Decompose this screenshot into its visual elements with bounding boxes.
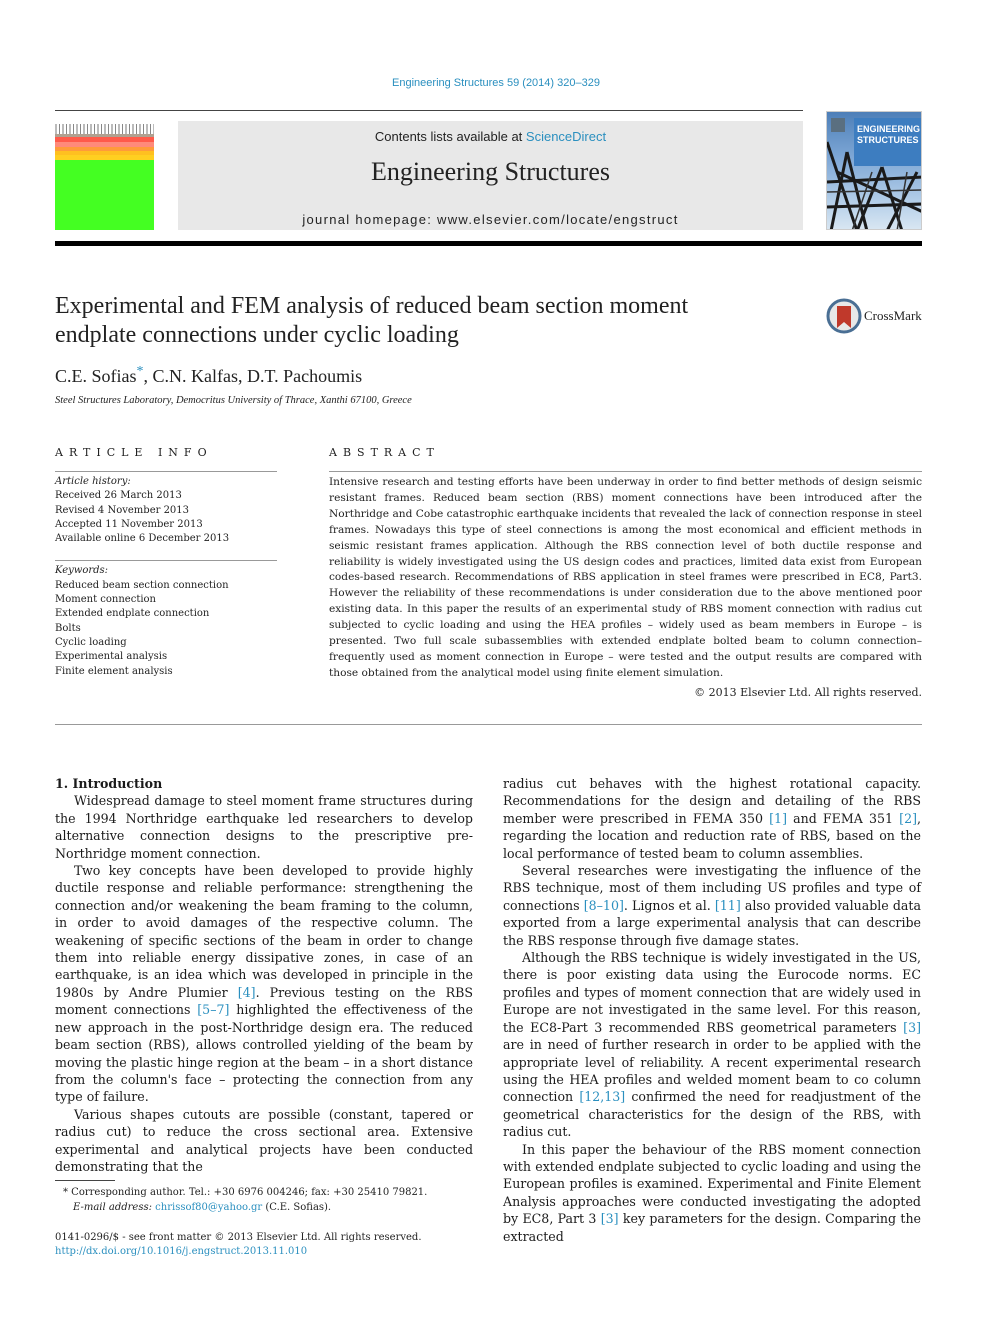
- history-item: Available online 6 December 2013: [55, 533, 230, 545]
- email-link[interactable]: chrissof80@yahoo.gr: [155, 1202, 262, 1213]
- author-name: C.E. Sofias: [55, 366, 137, 386]
- author-names-rest: , C.N. Kalfas, D.T. Pachoumis: [143, 366, 363, 386]
- crossmark-label: CrossMark: [864, 308, 922, 323]
- citation-link[interactable]: [1]: [769, 811, 787, 826]
- keywords: Keywords: Reduced beam section connectio…: [55, 564, 277, 678]
- article-info: ARTICLE INFO Article history: Received 2…: [55, 446, 277, 679]
- history-item: Received 26 March 2013: [55, 490, 182, 502]
- abstract: ABSTRACT Intensive research and testing …: [329, 446, 922, 701]
- paragraph: Two key concepts have been developed to …: [55, 863, 474, 1105]
- keyword-item: Cyclic loading: [55, 636, 127, 648]
- abstract-copyright: © 2013 Elsevier Ltd. All rights reserved…: [694, 685, 922, 699]
- contents-prefix: Contents lists available at: [374, 129, 526, 144]
- paragraph: radius cut behaves with the highest rota…: [503, 776, 922, 861]
- article-title: Experimental and FEM analysis of reduced…: [55, 293, 689, 348]
- journal-reference[interactable]: Engineering Structures 59 (2014) 320–329: [0, 77, 992, 89]
- keyword-item: Moment connection: [55, 594, 156, 606]
- history-label: Article history:: [55, 476, 131, 487]
- header-rule: [55, 110, 803, 111]
- section-heading-introduction: 1. Introduction: [55, 776, 163, 791]
- keyword-item: Bolts: [55, 622, 81, 634]
- citation-link[interactable]: [11]: [715, 898, 741, 913]
- citation-link[interactable]: [12,13]: [579, 1089, 625, 1104]
- article-info-rule: [55, 471, 277, 472]
- body-column-left: 1. Introduction Widespread damage to ste…: [55, 775, 473, 1175]
- abstract-heading: ABSTRACT: [329, 446, 440, 459]
- paragraph: In this paper the behaviour of the RBS m…: [503, 1141, 922, 1244]
- masthead-thick-rule: [55, 241, 922, 246]
- history-item: Revised 4 November 2013: [55, 504, 190, 516]
- doi-link[interactable]: http://dx.doi.org/10.1016/j.engstruct.20…: [55, 1245, 495, 1259]
- journal-title: Engineering Structures: [371, 157, 610, 186]
- citation-link[interactable]: [5–7]: [197, 1002, 229, 1017]
- article-info-heading: ARTICLE INFO: [55, 446, 213, 459]
- abstract-text: Intensive research and testing efforts h…: [329, 476, 922, 679]
- citation-link[interactable]: [4]: [238, 985, 256, 1000]
- crossmark-button[interactable]: CrossMark: [826, 298, 926, 334]
- article-history: Article history: Received 26 March 2013 …: [55, 475, 277, 546]
- journal-cover-image: ENGINEERING STRUCTURES: [826, 111, 922, 230]
- cover-title: ENGINEERING STRUCTURES: [857, 124, 921, 145]
- elsevier-tree-icon: [831, 118, 845, 132]
- keyword-item: Experimental analysis: [55, 651, 168, 663]
- history-item: Accepted 11 November 2013: [55, 518, 203, 530]
- corresponding-author-marker[interactable]: *: [137, 364, 144, 379]
- citation-link[interactable]: [3]: [601, 1211, 619, 1226]
- email-suffix: (C.E. Sofias).: [262, 1202, 332, 1213]
- footnote-rule: [55, 1180, 115, 1181]
- paragraph: Although the RBS technique is widely inv…: [503, 950, 921, 1140]
- paragraph: Several researches were investigating th…: [503, 863, 921, 948]
- citation-link[interactable]: [8–10]: [584, 898, 624, 913]
- sciencedirect-link[interactable]: ScienceDirect: [526, 129, 606, 144]
- paragraph: Various shapes cutouts are possible (con…: [55, 1106, 473, 1174]
- email-label: E-mail address:: [73, 1202, 156, 1213]
- contents-line: Contents lists available at ScienceDirec…: [178, 129, 803, 144]
- keyword-item: Extended endplate connection: [55, 608, 210, 620]
- journal-homepage-link[interactable]: journal homepage: www.elsevier.com/locat…: [178, 212, 803, 227]
- keyword-item: Reduced beam section connection: [55, 579, 229, 591]
- crossmark-icon: [826, 298, 862, 334]
- keywords-label: Keywords:: [55, 565, 109, 577]
- paragraph: Widespread damage to steel moment frame …: [55, 793, 473, 861]
- corresponding-author-footnote: * Corresponding author. Tel.: +30 6976 0…: [55, 1185, 475, 1215]
- front-matter-rule: [55, 724, 922, 725]
- footnote-contact: Corresponding author. Tel.: +30 6976 004…: [68, 1187, 428, 1198]
- issn-line: 0141-0296/$ - see front matter © 2013 El…: [55, 1232, 422, 1243]
- affiliation: Steel Structures Laboratory, Democritus …: [55, 395, 412, 406]
- citation-link[interactable]: [2]: [899, 811, 917, 826]
- author-list: C.E. Sofias*, C.N. Kalfas, D.T. Pachoumi…: [55, 364, 362, 387]
- issn-block: 0141-0296/$ - see front matter © 2013 El…: [55, 1231, 495, 1259]
- keyword-item: Finite element analysis: [55, 665, 173, 677]
- citation-link[interactable]: [3]: [903, 1020, 921, 1035]
- journal-masthead: Contents lists available at ScienceDirec…: [178, 121, 803, 230]
- keywords-rule: [55, 560, 277, 562]
- elsevier-logo: [55, 124, 154, 230]
- abstract-rule: [329, 471, 922, 472]
- body-column-right: radius cut behaves with the highest rota…: [503, 775, 921, 1245]
